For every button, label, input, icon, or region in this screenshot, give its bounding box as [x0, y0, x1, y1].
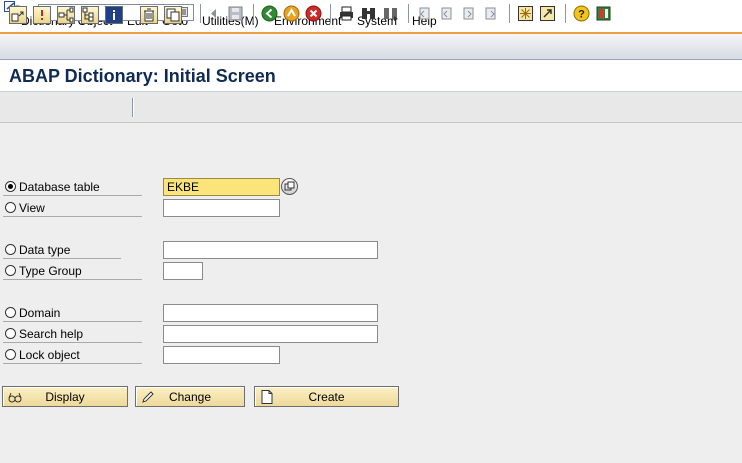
- toolbar-separator: [509, 4, 511, 23]
- radio-row-lock-object[interactable]: Lock object: [3, 346, 142, 364]
- label-search-help: Search help: [19, 327, 84, 341]
- cancel-icon[interactable]: [305, 5, 322, 22]
- data-type-input[interactable]: [163, 241, 378, 259]
- create-shortcut-icon[interactable]: [539, 5, 556, 22]
- label-type-group: Type Group: [19, 264, 82, 278]
- toolbar-separator: [132, 98, 134, 117]
- radio-row-data-type[interactable]: Data type: [3, 241, 121, 259]
- database-table-input[interactable]: [163, 178, 280, 196]
- label-domain: Domain: [19, 306, 61, 320]
- type-group-input[interactable]: [163, 262, 203, 280]
- delete-button[interactable]: [140, 6, 158, 24]
- radio-row-view[interactable]: View: [3, 199, 142, 217]
- radio-database-table[interactable]: [5, 181, 16, 192]
- save-arrow-left-icon[interactable]: [206, 5, 223, 22]
- copy-button[interactable]: [164, 6, 182, 24]
- hierarchy-button[interactable]: [81, 6, 99, 24]
- view-input[interactable]: [163, 199, 280, 217]
- toolbar-separator: [565, 4, 567, 23]
- create-button-label: Create: [308, 390, 345, 404]
- standard-toolbar: [0, 32, 742, 60]
- exit-icon[interactable]: [283, 5, 300, 22]
- radio-view[interactable]: [5, 202, 16, 213]
- label-database-table: Database table: [19, 180, 100, 194]
- toolbar-separator: [408, 4, 410, 23]
- previous-page-icon[interactable]: [438, 5, 455, 22]
- change-button-label: Change: [168, 390, 212, 404]
- other-object-icon: [11, 11, 24, 22]
- find-icon[interactable]: [360, 5, 377, 22]
- hierarchy-icon: [82, 7, 94, 22]
- page-title: ABAP Dictionary: Initial Screen: [9, 66, 276, 86]
- value-help-button[interactable]: [281, 178, 298, 195]
- radio-row-search-help[interactable]: Search help: [3, 325, 142, 343]
- check-icon: [41, 10, 43, 20]
- toolbar-separator: [330, 4, 332, 23]
- radio-lock-object[interactable]: [5, 349, 16, 360]
- application-toolbar: [0, 92, 742, 123]
- help-icon[interactable]: ?: [573, 5, 590, 22]
- svg-text:?: ?: [578, 9, 585, 21]
- radio-search-help[interactable]: [5, 328, 16, 339]
- info-button[interactable]: [105, 6, 123, 24]
- other-object-button[interactable]: [9, 6, 27, 24]
- save-icon[interactable]: [227, 5, 244, 22]
- where-used-button[interactable]: [57, 6, 75, 24]
- first-page-icon[interactable]: [416, 5, 433, 22]
- toolbar-separator: [253, 4, 255, 23]
- search-help-input[interactable]: [163, 325, 378, 343]
- next-page-icon[interactable]: [460, 5, 477, 22]
- value-help-icon: [284, 181, 295, 191]
- check-button[interactable]: [33, 6, 51, 24]
- domain-input[interactable]: [163, 304, 378, 322]
- radio-row-domain[interactable]: Domain: [3, 304, 142, 322]
- print-icon[interactable]: [338, 5, 355, 22]
- radio-type-group[interactable]: [5, 265, 16, 276]
- last-page-icon[interactable]: [482, 5, 499, 22]
- display-button[interactable]: Display: [2, 386, 128, 407]
- lock-object-input[interactable]: [163, 346, 280, 364]
- back-icon[interactable]: [261, 5, 278, 22]
- display-button-label: Display: [45, 390, 85, 404]
- change-button[interactable]: Change: [135, 386, 245, 407]
- copy-icon: [166, 8, 180, 22]
- create-button[interactable]: Create: [254, 386, 399, 407]
- toolbar-separator: [200, 4, 202, 23]
- customize-layout-icon[interactable]: [595, 5, 612, 22]
- radio-row-database-table[interactable]: Database table: [3, 178, 142, 196]
- create-session-icon[interactable]: [517, 5, 534, 22]
- radio-row-type-group[interactable]: Type Group: [3, 262, 142, 280]
- where-used-icon: [58, 7, 74, 23]
- delete-icon: [144, 8, 154, 22]
- label-lock-object: Lock object: [19, 348, 80, 362]
- label-data-type: Data type: [19, 243, 71, 257]
- radio-domain[interactable]: [5, 307, 16, 318]
- radio-data-type[interactable]: [5, 244, 16, 255]
- info-icon: [113, 10, 115, 20]
- label-view: View: [19, 201, 45, 215]
- find-next-icon[interactable]: [382, 5, 399, 22]
